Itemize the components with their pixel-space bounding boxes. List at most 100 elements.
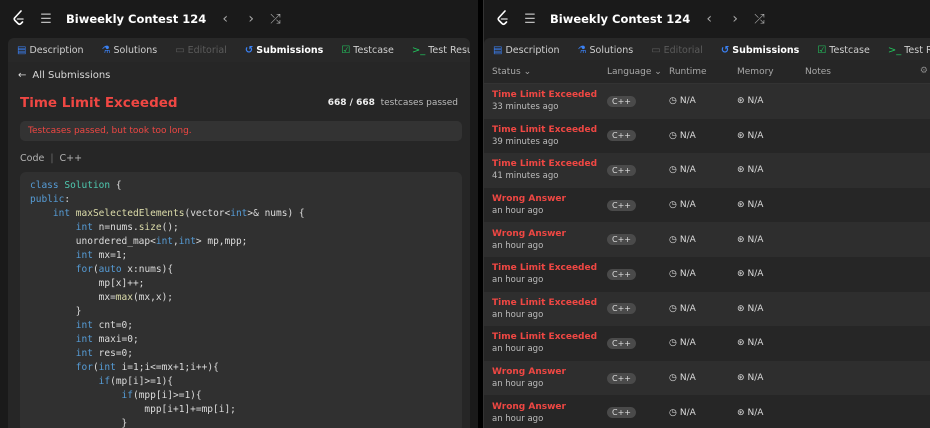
table-body: Time Limit Exceeded 33 minutes ago C++ ◷ N/A…	[484, 84, 930, 428]
problem-list-icon[interactable]: ☰	[522, 12, 538, 27]
status-cell[interactable]: Time Limit Exceeded an hour ago	[492, 263, 607, 285]
book-icon: ▭	[175, 44, 185, 56]
status-label[interactable]: Time Limit Exceeded	[492, 125, 607, 135]
code-header-divider: |	[50, 153, 54, 164]
next-problem-chevron-right-icon[interactable]: ›	[244, 11, 258, 27]
status-cell[interactable]: Wrong Answer an hour ago	[492, 367, 607, 389]
status-label[interactable]: Time Limit Exceeded	[492, 263, 607, 273]
language-badge: C++	[607, 337, 636, 349]
checkbox-icon: ☑	[341, 44, 351, 56]
shuffle-icon[interactable]: ⤮	[270, 12, 280, 27]
table-row[interactable]: Time Limit Exceeded 41 minutes ago C++ ◷ N/A…	[484, 153, 930, 188]
status-cell[interactable]: Time Limit Exceeded 41 minutes ago	[492, 159, 607, 181]
status-cell[interactable]: Wrong Answer an hour ago	[492, 194, 607, 216]
submission-detail-pane: ☰ Biweekly Contest 124 ‹ › ⤮ ▤ Descriptio…	[0, 0, 478, 428]
table-row[interactable]: Wrong Answer an hour ago C++ ◷ N/A ⊛ N/A	[484, 395, 930, 428]
memory-cell: ⊛ N/A	[737, 200, 764, 211]
status-cell[interactable]: Time Limit Exceeded an hour ago	[492, 332, 607, 354]
language-badge: C++	[607, 303, 636, 315]
submitted-time: an hour ago	[492, 240, 544, 251]
top-bar: ☰ Biweekly Contest 124 ‹ › ⤮	[0, 0, 478, 38]
table-row[interactable]: Time Limit Exceeded 33 minutes ago C++ ◷ N/A…	[484, 84, 930, 119]
status-label[interactable]: Time Limit Exceeded	[492, 159, 607, 169]
leetcode-logo-icon[interactable]	[12, 10, 26, 28]
tab-editorial[interactable]: ▭ Editorial	[648, 45, 706, 56]
tab-submissions[interactable]: ↺ Submissions	[718, 45, 802, 56]
runtime-cell: ◷ N/A	[669, 407, 696, 418]
memory-chip-icon: ⊛	[737, 234, 745, 245]
panel-tabs: ▤ Description ⚗ Solutions ▭ Editorial ↺ Subm…	[484, 38, 930, 62]
tab-test-result[interactable]: >_Test Result	[409, 45, 470, 56]
memory-chip-icon: ⊛	[737, 96, 745, 107]
tab-test-result[interactable]: >_Test Result	[885, 45, 930, 56]
tab-testcase[interactable]: ☑ Testcase	[338, 45, 397, 56]
submitted-time: 39 minutes ago	[492, 136, 559, 147]
settings-gear-icon[interactable]: ⚙	[920, 66, 928, 76]
memory-column-header: Memory	[737, 66, 774, 77]
tab-submissions[interactable]: ↺ Submissions	[242, 45, 326, 56]
status-cell[interactable]: Time Limit Exceeded an hour ago	[492, 298, 607, 320]
verdict-row: Time Limit Exceeded 668 / 668 testcases …	[8, 89, 470, 111]
problem-list-icon[interactable]: ☰	[38, 12, 54, 27]
tab-description[interactable]: ▤ Description	[490, 45, 563, 56]
status-label[interactable]: Time Limit Exceeded	[492, 298, 607, 308]
table-row[interactable]: Time Limit Exceeded an hour ago C++ ◷ N/A ⊛ N/…	[484, 291, 930, 327]
runtime-cell: ◷ N/A	[669, 269, 696, 280]
table-row[interactable]: Wrong Answer an hour ago C++ ◷ N/A ⊛ N/A	[484, 187, 930, 223]
runtime-cell: ◷ N/A	[669, 130, 696, 141]
language-cell: C++	[607, 303, 669, 315]
language-badge: C++	[607, 268, 636, 280]
clock-icon: ◷	[669, 130, 677, 141]
leetcode-logo-icon[interactable]	[496, 10, 510, 28]
table-row[interactable]: Wrong Answer an hour ago C++ ◷ N/A ⊛ N/A	[484, 222, 930, 257]
submitted-time: an hour ago	[492, 344, 544, 355]
submissions-table: Status ⌄ Language ⌄ Runtime Memory Notes…	[484, 60, 930, 428]
shuffle-icon[interactable]: ⤮	[754, 12, 764, 27]
status-cell[interactable]: Wrong Answer an hour ago	[492, 402, 607, 424]
prev-problem-chevron-left-icon[interactable]: ‹	[702, 11, 716, 27]
tab-description[interactable]: ▤ Description	[14, 45, 87, 56]
prev-problem-chevron-left-icon[interactable]: ‹	[218, 11, 232, 27]
contest-title[interactable]: Biweekly Contest 124	[550, 12, 690, 26]
code-block[interactable]: class Solution { public: int maxSelected…	[20, 172, 462, 428]
status-label[interactable]: Time Limit Exceeded	[492, 90, 607, 100]
clock-icon: ◷	[669, 234, 677, 245]
next-problem-chevron-right-icon[interactable]: ›	[728, 11, 742, 27]
status-label[interactable]: Wrong Answer	[492, 402, 607, 412]
status-label[interactable]: Time Limit Exceeded	[492, 332, 607, 342]
table-header: Status ⌄ Language ⌄ Runtime Memory Notes	[484, 60, 930, 84]
language-column-header[interactable]: Language ⌄	[607, 67, 669, 77]
status-cell[interactable]: Time Limit Exceeded 33 minutes ago	[492, 90, 607, 112]
runtime-cell: ◷ N/A	[669, 303, 696, 314]
table-row[interactable]: Time Limit Exceeded an hour ago C++ ◷ N/A ⊛ N/…	[484, 326, 930, 361]
memory-cell: ⊛ N/A	[737, 234, 764, 245]
runtime-cell: ◷ N/A	[669, 96, 696, 107]
table-row[interactable]: Time Limit Exceeded 39 minutes ago C++ ◷ N/A…	[484, 118, 930, 154]
tab-solutions[interactable]: ⚗ Solutions	[99, 45, 161, 56]
testcases-passed: 668 / 668 testcases passed	[327, 98, 458, 108]
tab-testcase[interactable]: ☑ Testcase	[814, 45, 873, 56]
notes-column-header: Notes	[805, 66, 831, 77]
status-column-header[interactable]: Status ⌄	[492, 67, 607, 77]
language-cell: C++	[607, 407, 669, 419]
description-icon: ▤	[493, 44, 503, 56]
table-row[interactable]: Wrong Answer an hour ago C++ ◷ N/A ⊛ N/A	[484, 360, 930, 396]
runtime-cell: ◷ N/A	[669, 165, 696, 176]
status-label[interactable]: Wrong Answer	[492, 229, 607, 239]
status-cell[interactable]: Time Limit Exceeded 39 minutes ago	[492, 125, 607, 147]
description-icon: ▤	[17, 44, 27, 56]
status-label[interactable]: Wrong Answer	[492, 367, 607, 377]
back-to-submissions-link[interactable]: ← All Submissions	[8, 62, 470, 89]
status-cell[interactable]: Wrong Answer an hour ago	[492, 229, 607, 251]
clock-icon: ◷	[669, 303, 677, 314]
tab-editorial[interactable]: ▭ Editorial	[172, 45, 230, 56]
memory-chip-icon: ⊛	[737, 373, 745, 384]
status-label[interactable]: Wrong Answer	[492, 194, 607, 204]
flask-icon: ⚗	[101, 44, 111, 56]
contest-title[interactable]: Biweekly Contest 124	[66, 12, 206, 26]
memory-chip-icon: ⊛	[737, 269, 745, 280]
arrow-left-icon: ←	[18, 70, 27, 81]
tab-solutions[interactable]: ⚗ Solutions	[575, 45, 637, 56]
table-row[interactable]: Time Limit Exceeded an hour ago C++ ◷ N/A ⊛ N/…	[484, 256, 930, 292]
submitted-time: 41 minutes ago	[492, 171, 559, 182]
